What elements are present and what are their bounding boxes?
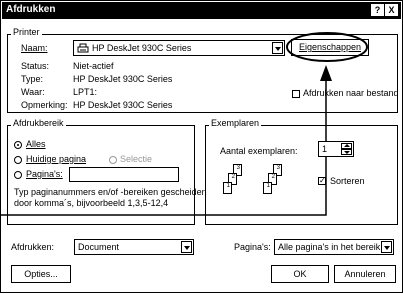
range-current-label: Huidige pagina (26, 154, 87, 164)
range-pages-radio[interactable] (14, 171, 22, 179)
print-what-select[interactable]: Document (74, 239, 194, 255)
ok-button[interactable]: OK (271, 265, 329, 283)
range-selection-radio[interactable] (109, 156, 117, 164)
print-pages-label: Pagina's: (234, 242, 271, 252)
collate-page: 1 (223, 182, 232, 194)
print-dialog: Afdrukken ? X Printer Naam: HP DeskJet 9… (0, 0, 403, 293)
collate-checkbox[interactable]: ✓ (318, 177, 326, 185)
options-button[interactable]: Opties... (11, 265, 71, 283)
collate-page: 1 (263, 182, 272, 194)
copies-count-input[interactable]: 1 (318, 141, 354, 157)
print-pages-value: Alle pagina's in het bereik (278, 242, 381, 252)
chevron-down-icon[interactable] (181, 241, 192, 253)
collate-illustration-stack-1: 3 2 1 (223, 164, 249, 204)
range-pages-input[interactable] (69, 167, 179, 182)
annotation-circle (286, 32, 368, 62)
copies-count-label: Aantal exemplaren: (220, 146, 298, 156)
range-all-label: Alles (26, 139, 46, 149)
collate-label: Sorteren (330, 176, 365, 186)
chevron-down-icon[interactable] (381, 241, 392, 253)
cancel-button[interactable]: Annuleren (334, 265, 396, 283)
print-pages-select[interactable]: Alle pagina's in het bereik (274, 239, 394, 255)
annotation-arrowhead (320, 65, 332, 81)
print-what-label: Afdrukken: (11, 242, 55, 252)
copies-count-value: 1 (322, 144, 328, 154)
range-hint-line2: door komma´s, bijvoorbeeld 1,3,5-12,4 (14, 198, 169, 208)
range-pages-label: Pagina's: (26, 169, 63, 179)
range-group-label: Afdrukbereik (11, 118, 66, 128)
print-what-value: Document (78, 242, 120, 252)
copies-group-label: Exemplaren (209, 118, 262, 128)
range-all-radio[interactable] (14, 141, 22, 149)
range-hint-line1: Typ paginanummers en/of -bereiken gesche… (14, 187, 207, 197)
range-selection-label: Selectie (120, 154, 153, 164)
range-current-radio[interactable] (14, 156, 22, 164)
spin-down-icon[interactable] (341, 149, 352, 155)
collate-illustration-stack-2: 3 2 1 (263, 164, 289, 204)
